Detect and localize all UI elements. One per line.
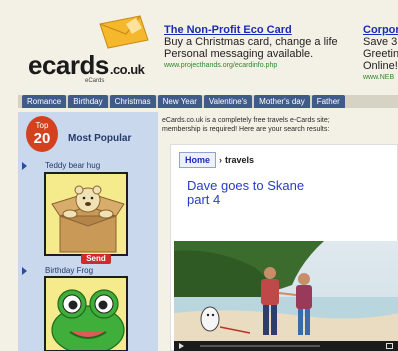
badge-top-label: Top	[35, 121, 49, 130]
beach-scene-image	[174, 241, 398, 351]
breadcrumb-current: travels	[225, 155, 255, 165]
send-button[interactable]: Send	[81, 254, 111, 264]
frog-thumbnail[interactable]	[44, 276, 128, 351]
logo-brand: ecards.co.uk	[28, 50, 145, 81]
breadcrumb-separator: ›	[219, 155, 223, 165]
ad-text-line: Greetin	[363, 48, 398, 60]
intro-line: eCards.co.uk is a completely free travel…	[162, 117, 330, 124]
nav-tab-valentines[interactable]: Valentine's	[203, 95, 253, 108]
ad-text-line: Online!	[363, 60, 398, 72]
top20-badge: Top 20	[26, 116, 58, 152]
nav-tab-fathers-day[interactable]: Father	[311, 95, 345, 108]
popular-item-teddy[interactable]: Teddy bear hug	[18, 160, 158, 172]
nav-tab-new-year[interactable]: New Year	[157, 95, 202, 108]
ad-text-line: Personal messaging available.	[164, 48, 314, 60]
bullet-arrow-icon	[22, 162, 27, 170]
bullet-arrow-icon	[22, 267, 27, 275]
ad-url[interactable]: www.NEB	[363, 72, 398, 84]
nav-tab-romance[interactable]: Romance	[22, 95, 67, 108]
home-button[interactable]: Home	[179, 152, 217, 168]
ad-text-line: Save 3	[363, 36, 398, 48]
badge-number: 20	[33, 130, 51, 147]
intro-text: eCards.co.uk is a completely free travel…	[162, 116, 398, 134]
main-content: eCards.co.uk is a completely free travel…	[162, 112, 398, 351]
ecard-panel: Home › travels Dave goes to Skane part 4	[170, 144, 398, 351]
envelope-icon	[99, 15, 149, 49]
ad-title[interactable]: The Non-Profit Eco Card	[164, 24, 364, 36]
ecards-logo[interactable]: ecards.co.uk eCards	[22, 12, 162, 86]
video-player-bar[interactable]	[174, 341, 398, 351]
ad-eco-card[interactable]: The Non-Profit Eco Card Buy a Christmas …	[164, 24, 364, 72]
ad-corporate[interactable]: Corpor Save 3 Greetin Online! www.NEB	[363, 24, 398, 84]
ad-title[interactable]: Corpor	[363, 24, 398, 36]
category-nav: Romance Birthday Christmas New Year Vale…	[18, 95, 398, 108]
breadcrumb: Home › travels	[179, 152, 255, 168]
sidebar-header: Top 20 Most Popular	[18, 112, 158, 152]
popular-item-label[interactable]: Birthday Frog	[45, 266, 93, 275]
sidebar-heading: Most Popular	[68, 133, 132, 144]
video-progress-bar[interactable]	[200, 345, 320, 347]
ad-url[interactable]: www.projecthands.org/ecardinfo.php	[164, 60, 364, 72]
play-icon[interactable]	[179, 343, 184, 349]
nav-tab-birthday[interactable]: Birthday	[68, 95, 108, 108]
nav-tab-christmas[interactable]: Christmas	[109, 95, 156, 108]
ecard-title[interactable]: Dave goes to Skane part 4	[187, 179, 317, 207]
popular-item-label[interactable]: Teddy bear hug	[45, 161, 100, 170]
teddy-bear-thumbnail[interactable]	[44, 172, 128, 256]
logo-suffix: .co.uk	[109, 62, 145, 77]
logo-tagline: eCards	[85, 78, 105, 84]
ad-text-line: Buy a Christmas card, change a life	[164, 36, 338, 48]
ecard-video[interactable]	[174, 241, 398, 351]
nav-tab-mothers-day[interactable]: Mother's day	[254, 95, 310, 108]
logo-brand-text: ecards	[28, 50, 109, 80]
frog-icon	[46, 278, 126, 350]
teddy-bear-icon	[46, 174, 126, 254]
header: ecards.co.uk eCards The Non-Profit Eco C…	[18, 8, 398, 88]
fullscreen-icon[interactable]	[386, 343, 393, 349]
intro-line: membership is required! Here are your se…	[162, 126, 330, 133]
